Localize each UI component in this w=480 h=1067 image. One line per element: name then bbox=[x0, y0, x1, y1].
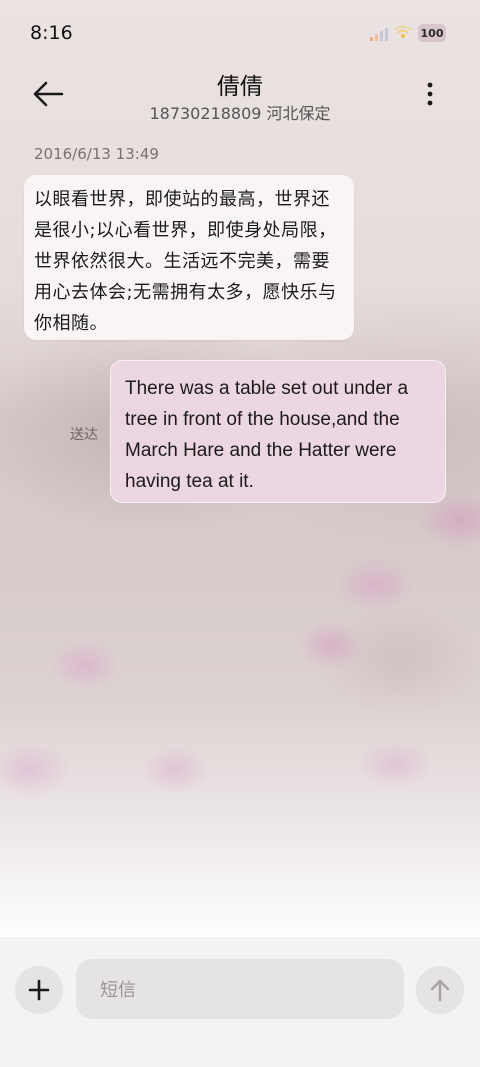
battery-icon: 100 bbox=[418, 24, 446, 42]
send-button[interactable] bbox=[416, 966, 464, 1014]
status-time: 8:16 bbox=[30, 22, 73, 44]
message-timestamp: 2016/6/13 13:49 bbox=[34, 145, 159, 163]
incoming-message-bubble[interactable]: 以眼看世界，即使站的最高，世界还是很小;以心看世界，即使身处局限，世界依然很大。… bbox=[24, 175, 354, 340]
delivery-status: 送达 bbox=[70, 427, 98, 443]
contact-name: 倩倩 bbox=[217, 74, 263, 100]
incoming-message-text: 以眼看世界，即使站的最高，世界还是很小;以心看世界，即使身处局限，世界依然很大。… bbox=[34, 189, 337, 334]
outgoing-message-bubble[interactable]: There was a table set out under a tree i… bbox=[110, 360, 446, 503]
signal-icon bbox=[370, 26, 388, 41]
message-input-placeholder: 短信 bbox=[100, 980, 136, 1001]
more-vertical-icon bbox=[427, 82, 433, 106]
wifi-icon bbox=[393, 24, 413, 40]
contact-number-location: 18730218809 河北保定 bbox=[149, 104, 331, 123]
plus-icon bbox=[28, 979, 50, 1001]
more-options-button[interactable] bbox=[418, 80, 442, 110]
battery-level: 100 bbox=[420, 26, 444, 40]
attach-button[interactable] bbox=[15, 966, 63, 1014]
message-input[interactable]: 短信 bbox=[76, 959, 404, 1019]
send-arrow-up-icon bbox=[430, 979, 450, 1002]
outgoing-message-text: There was a table set out under a tree i… bbox=[125, 378, 409, 492]
